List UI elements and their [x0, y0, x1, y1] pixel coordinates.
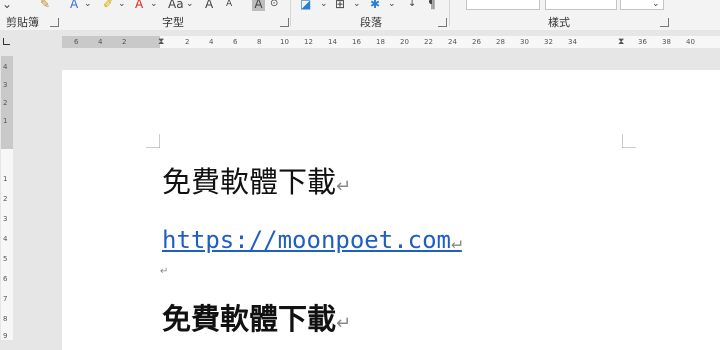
document-heading-bold[interactable]: 免費軟體下載↵	[162, 302, 351, 341]
ruler-mark: 28	[496, 38, 505, 46]
font-color-chevron-icon[interactable]: ⌄	[150, 0, 158, 11]
vruler-mark: 8	[3, 315, 8, 323]
ruler-mark: 4	[98, 38, 103, 46]
horizontal-ruler[interactable]: 6 4 2 ⧗ 2 4 6 8 10 12 14 16 18 20 22 24 …	[62, 36, 720, 48]
ruler-mark: 32	[544, 38, 553, 46]
vruler-mark: 9	[3, 332, 8, 340]
vruler-mark: 1	[3, 117, 8, 125]
text-effects-icon[interactable]: A	[70, 0, 78, 11]
ruler-mark: 18	[376, 38, 385, 46]
ruler-mark: 10	[280, 38, 289, 46]
change-case-button[interactable]: Aa	[168, 0, 184, 11]
highlight-color-icon[interactable]: ✐	[103, 0, 113, 11]
paragraph-mark-icon: ↵	[160, 266, 169, 277]
styles-launcher-icon[interactable]	[660, 18, 669, 27]
asian-layout-icon[interactable]: ✱	[370, 0, 380, 11]
group-styles-label: 樣式	[548, 16, 570, 29]
ruler-mark: 14	[328, 38, 337, 46]
paragraph-mark-icon: ↵	[336, 176, 352, 197]
ruler-mark: 38	[662, 38, 671, 46]
vertical-ruler[interactable]: 4 3 2 1 1 2 3 4 5 6 7 8 9	[1, 56, 13, 340]
shrink-font-button[interactable]: A	[226, 0, 232, 11]
vruler-mark: 2	[3, 195, 8, 203]
ribbon: ⌄ ✎ A ⌄ ✐ ⌄ A ⌄ Aa ⌄ A A A ⊙ ◪ ⌄ ⊞ ⌄ ✱ ⌄…	[0, 0, 720, 31]
empty-paragraph[interactable]: ↵	[160, 266, 168, 277]
shading-chevron-icon[interactable]: ⌄	[320, 0, 328, 11]
paste-dropdown-chevron-icon[interactable]: ⌄	[2, 0, 12, 11]
vruler-mark: 3	[3, 215, 8, 223]
ruler-mark: 22	[424, 38, 433, 46]
borders-icon[interactable]: ⊞	[335, 0, 345, 11]
ruler-mark: 6	[74, 38, 79, 46]
ruler-mark: 40	[686, 38, 695, 46]
vruler-mark: 4	[3, 63, 8, 71]
group-paragraph-label: 段落	[360, 16, 382, 29]
styles-more-chevron-icon[interactable]: ⌄	[652, 0, 660, 11]
ruler-mark: 26	[472, 38, 481, 46]
indent-marker-icon[interactable]: ⧗	[158, 38, 164, 47]
ruler-area: 6 4 2 ⧗ 2 4 6 8 10 12 14 16 18 20 22 24 …	[0, 30, 720, 54]
ruler-mark: 8	[257, 38, 262, 46]
paragraph-launcher-icon[interactable]	[438, 18, 447, 27]
vruler-mark: 7	[3, 295, 8, 303]
paragraph-mark-icon: ↵	[336, 313, 352, 334]
right-indent-marker-icon[interactable]: ⧗	[618, 38, 624, 47]
paragraph-mark-icon: ↵	[450, 232, 462, 253]
ribbon-separator	[290, 0, 291, 26]
document-page[interactable]: 免費軟體下載↵ https://moonpoet.com↵ ↵ 免費軟體下載↵	[62, 70, 720, 350]
ruler-mark: 16	[352, 38, 361, 46]
vruler-mark: 3	[3, 81, 8, 89]
crop-mark-top-left-icon	[146, 134, 160, 148]
sort-icon[interactable]: ↓	[408, 0, 416, 11]
document-heading[interactable]: 免費軟體下載↵	[162, 165, 351, 204]
highlight-chevron-icon[interactable]: ⌄	[118, 0, 126, 11]
ruler-mark: 4	[209, 38, 214, 46]
group-clipboard-label: 剪貼簿	[6, 16, 39, 29]
ribbon-separator	[449, 0, 450, 26]
asian-layout-chevron-icon[interactable]: ⌄	[388, 0, 396, 11]
text-effects-chevron-icon[interactable]: ⌄	[84, 0, 92, 11]
ruler-mark: 20	[400, 38, 409, 46]
ruler-mark: 36	[638, 38, 647, 46]
shading-icon[interactable]: ◪	[300, 0, 311, 11]
document-link-line[interactable]: https://moonpoet.com↵	[162, 224, 462, 259]
ruler-mark: 34	[568, 38, 577, 46]
show-marks-icon[interactable]: ¶	[428, 0, 436, 11]
style-gallery-item-1[interactable]	[466, 0, 540, 10]
ruler-mark: 30	[520, 38, 529, 46]
font-color-icon[interactable]: A	[135, 0, 143, 11]
heading-text: 免費軟體下載	[162, 165, 337, 199]
ruler-mark: 24	[448, 38, 457, 46]
vruler-mark: 1	[3, 175, 8, 183]
vruler-mark: 4	[3, 235, 8, 243]
borders-chevron-icon[interactable]: ⌄	[353, 0, 361, 11]
ruler-mark: 6	[233, 38, 238, 46]
heading-bold-text: 免費軟體下載	[162, 302, 337, 336]
char-shading-button[interactable]: A	[252, 0, 265, 11]
tab-selector-icon[interactable]	[3, 38, 10, 45]
vruler-mark: 5	[3, 255, 8, 263]
crop-mark-top-right-icon	[622, 134, 636, 148]
grow-font-button[interactable]: A	[205, 0, 213, 11]
ruler-mark: 2	[122, 38, 127, 46]
hyperlink[interactable]: https://moonpoet.com	[162, 226, 451, 254]
enclose-char-icon[interactable]: ⊙	[270, 0, 278, 11]
style-gallery-item-2[interactable]	[545, 0, 617, 10]
ruler-mark: 12	[304, 38, 313, 46]
change-case-chevron-icon[interactable]: ⌄	[186, 0, 194, 11]
clipboard-launcher-icon[interactable]	[50, 18, 59, 27]
font-launcher-icon[interactable]	[280, 18, 289, 27]
format-painter-icon[interactable]: ✎	[40, 0, 50, 11]
ruler-mark: 2	[185, 38, 190, 46]
vruler-mark: 6	[3, 275, 8, 283]
group-font-label: 字型	[162, 16, 184, 29]
vruler-mark: 2	[3, 99, 8, 107]
